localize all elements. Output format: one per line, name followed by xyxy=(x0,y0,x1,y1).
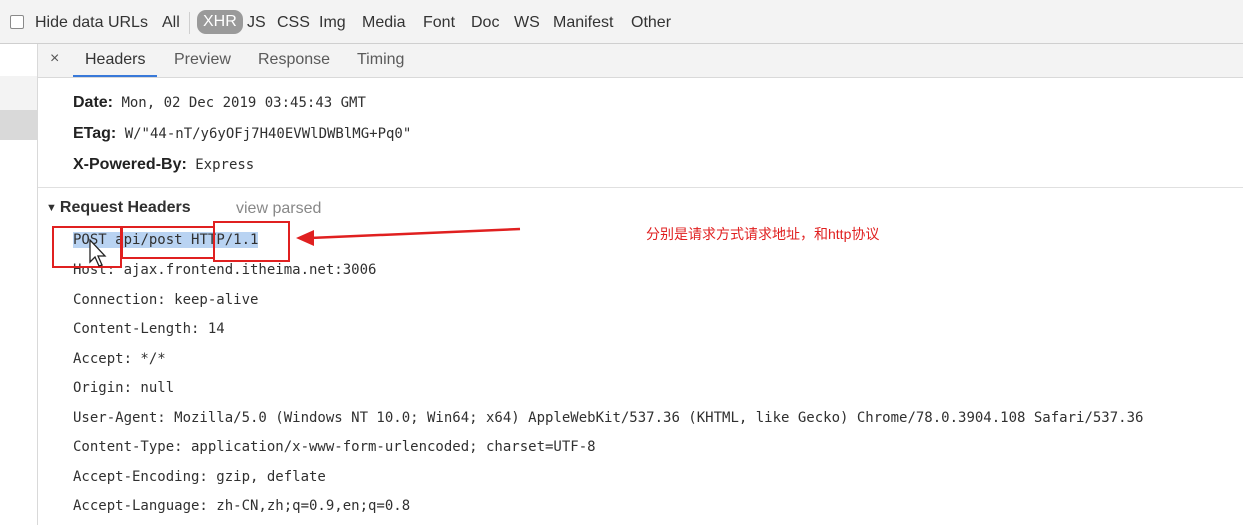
mouse-cursor-icon xyxy=(89,238,107,267)
annotation-arrow xyxy=(296,227,521,246)
annotation-text: 分别是请求方式请求地址，和http协议 xyxy=(646,226,880,242)
